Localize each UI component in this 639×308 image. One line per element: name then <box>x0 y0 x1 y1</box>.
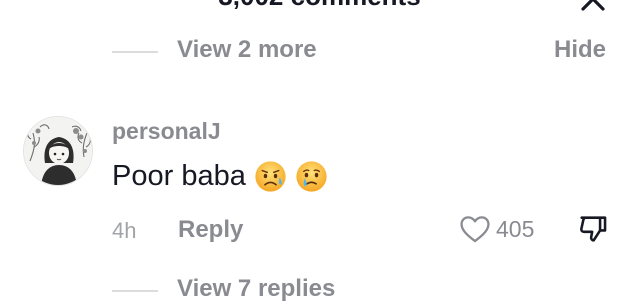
view-replies-button[interactable]: View 7 replies <box>177 275 335 303</box>
comments-panel: 3,002 comments View 2 more Hide <box>0 0 639 308</box>
like-button[interactable]: 405 <box>458 212 534 246</box>
close-icon[interactable] <box>578 0 608 14</box>
comment-body: Poor baba <box>112 160 328 193</box>
comment-text: Poor baba <box>112 160 246 192</box>
comment-timestamp: 4h <box>112 218 137 243</box>
comments-count-title: 3,002 comments <box>0 0 639 12</box>
reply-button[interactable]: Reply <box>178 216 243 244</box>
view-more-button[interactable]: View 2 more <box>177 36 317 64</box>
hide-button[interactable]: Hide <box>554 36 606 64</box>
heart-icon[interactable] <box>458 212 492 246</box>
crying-face-icon <box>296 161 327 192</box>
thread-line <box>112 51 158 53</box>
avatar-illustration <box>24 117 92 185</box>
dislike-icon[interactable] <box>576 212 610 246</box>
thread-line <box>112 290 158 292</box>
sad-but-relieved-face-icon <box>255 161 286 192</box>
like-count: 405 <box>496 215 535 242</box>
avatar[interactable] <box>23 116 93 186</box>
comment-username[interactable]: personalJ <box>112 118 221 145</box>
